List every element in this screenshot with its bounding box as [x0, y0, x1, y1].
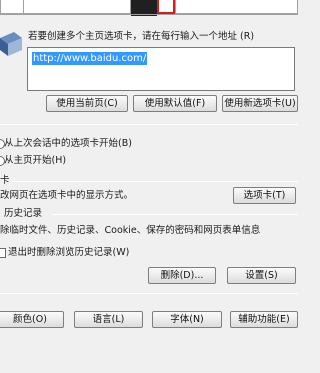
option-home-label: 从主页开始(H)	[4, 155, 67, 166]
appearance-divider	[0, 293, 298, 294]
history-divider	[52, 214, 298, 215]
languages-button[interactable]: 语言(L)	[74, 311, 143, 328]
delete-history-button[interactable]: 删除(D)...	[148, 267, 216, 284]
fonts-button[interactable]: 字体(N)	[152, 311, 222, 328]
history-settings-button[interactable]: 设置(S)	[227, 267, 296, 284]
home-page-icon	[0, 32, 22, 56]
tab-connections[interactable]	[175, 0, 298, 14]
tabs-description: 改网页在选项卡中的显示方式。	[0, 190, 134, 201]
section-divider	[0, 124, 298, 125]
delete-on-exit-label: 退出时删除浏览历史记录(W)	[8, 247, 130, 258]
tab-security[interactable]	[23, 0, 131, 14]
delete-on-exit-checkbox[interactable]	[0, 248, 6, 258]
tab-panel-border	[0, 14, 298, 18]
colors-button[interactable]: 颜色(O)	[0, 311, 64, 328]
tabs-divider	[12, 181, 298, 182]
option-last-session-label: 从上次会话中的选项卡开始(B)	[4, 138, 132, 149]
history-heading: 历史记录	[4, 208, 43, 219]
tabs-button[interactable]: 选项卡(T)	[233, 187, 296, 204]
use-new-tab-button[interactable]: 使用新选项卡(U)	[222, 95, 298, 112]
home-page-address-box[interactable]: http://www.baidu.com/	[27, 47, 295, 91]
tabs-heading: 卡	[0, 175, 10, 186]
tab-general[interactable]	[0, 0, 24, 14]
home-page-url[interactable]: http://www.baidu.com/	[32, 52, 148, 65]
home-page-prompt: 若要创建多个主页选项卡，请在每行输入一个地址 (R)	[28, 31, 255, 42]
use-default-button[interactable]: 使用默认值(F)	[133, 95, 217, 112]
use-current-button[interactable]: 使用当前页(C)	[46, 95, 128, 112]
accessibility-button[interactable]: 辅助功能(E)	[230, 311, 298, 328]
history-description: 除临时文件、历史记录、Cookie、保存的密码和网页表单信息	[0, 225, 261, 236]
tab-content-highlighted[interactable]	[157, 0, 175, 14]
